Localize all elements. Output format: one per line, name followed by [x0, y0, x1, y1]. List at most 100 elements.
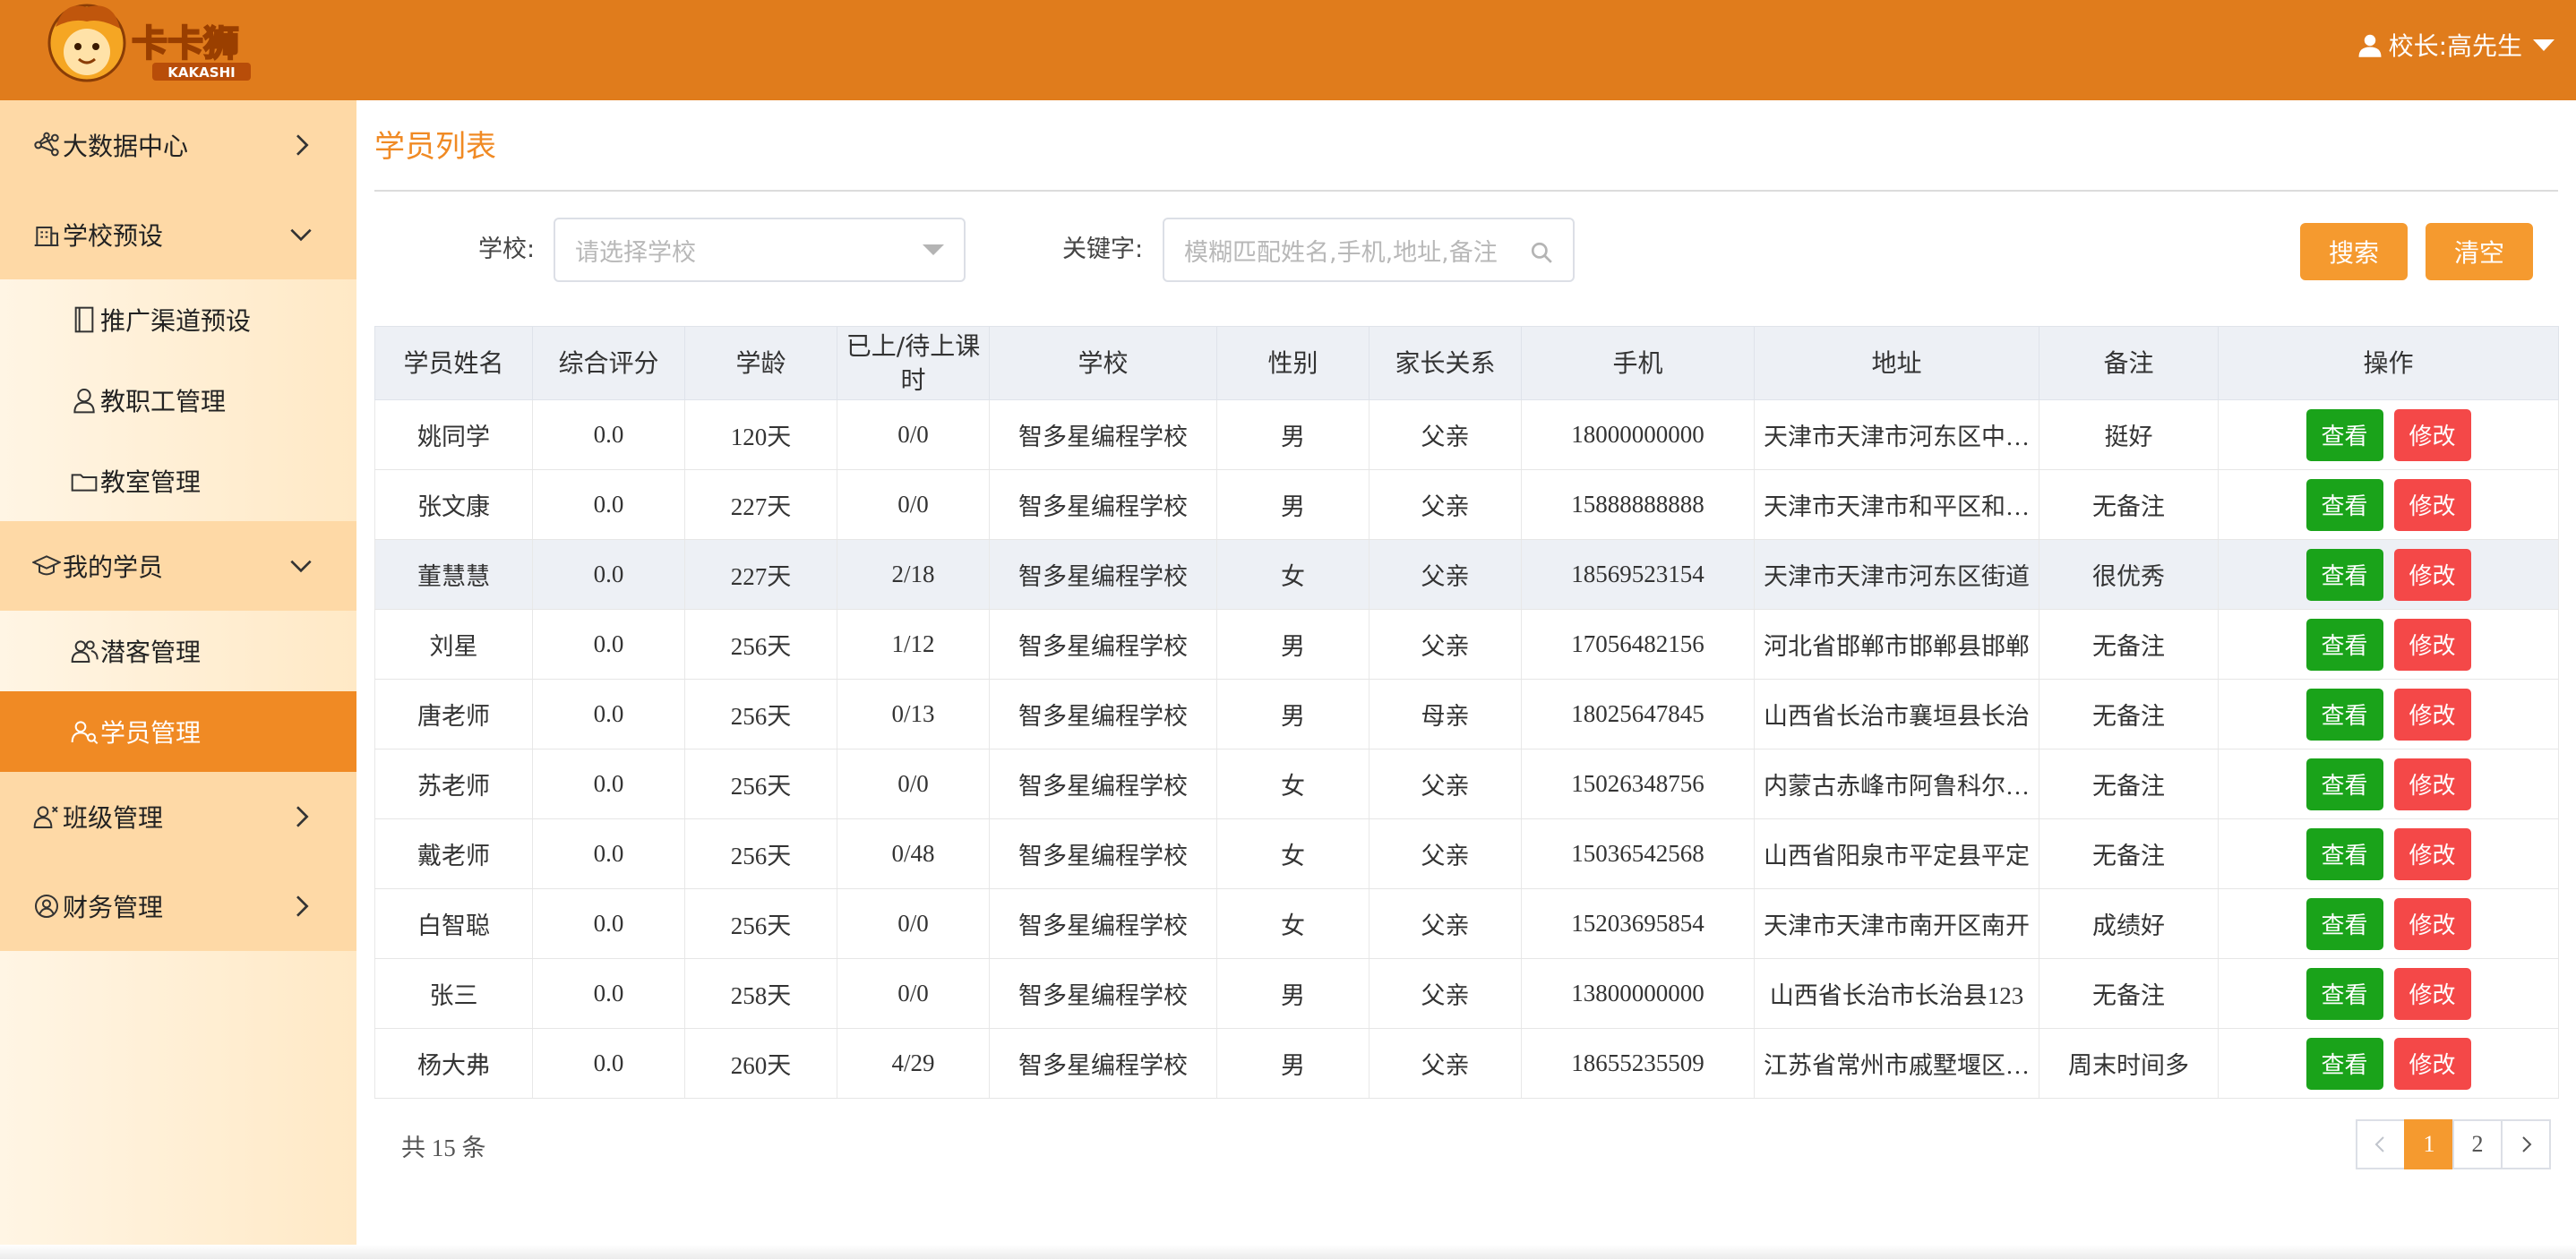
- edit-button[interactable]: 修改: [2393, 688, 2471, 741]
- cell-class-hours: 0/48: [837, 818, 990, 889]
- cell-student-name: 姚同学: [374, 399, 533, 470]
- bottom-edge: [0, 1245, 2576, 1259]
- book-icon: [74, 306, 94, 333]
- school-select-placeholder: 请选择学校: [575, 238, 696, 267]
- cell-class-hours: 0/0: [837, 749, 990, 819]
- edit-button[interactable]: 修改: [2393, 827, 2471, 880]
- row-actions: 查看 修改: [2228, 478, 2549, 531]
- column-header[interactable]: 学龄: [684, 326, 837, 400]
- edit-button[interactable]: 修改: [2393, 548, 2471, 601]
- view-button[interactable]: 查看: [2306, 618, 2383, 671]
- clear-button[interactable]: 清空: [2426, 223, 2533, 280]
- chevron-right-icon: [296, 895, 309, 917]
- cell-note: 无备注: [2039, 749, 2219, 819]
- cell-score: 0.0: [532, 539, 685, 610]
- cell-score: 0.0: [532, 469, 685, 540]
- view-button[interactable]: 查看: [2306, 827, 2383, 880]
- edit-button[interactable]: 修改: [2393, 618, 2471, 671]
- view-button[interactable]: 查看: [2306, 548, 2383, 601]
- view-button[interactable]: 查看: [2306, 967, 2383, 1020]
- column-header[interactable]: 学校: [989, 326, 1217, 400]
- edit-button[interactable]: 修改: [2393, 478, 2471, 531]
- menu-group-school-preset[interactable]: 学校预设: [0, 190, 356, 279]
- chevron-left-icon: [2374, 1136, 2384, 1152]
- student-table: 学员姓名 综合评分 学龄 已上/待上课时 学校 性别 家长关系 手机 地址 备注…: [374, 326, 2559, 1099]
- column-header[interactable]: 学员姓名: [374, 326, 533, 400]
- cell-gender: 男: [1216, 958, 1370, 1029]
- sidebar-item-label: 学员管理: [100, 718, 202, 748]
- column-header[interactable]: 备注: [2039, 326, 2219, 400]
- column-header[interactable]: 手机: [1521, 326, 1755, 400]
- cell-student-name: 张三: [374, 958, 533, 1029]
- edit-button[interactable]: 修改: [2393, 1037, 2471, 1090]
- cell-school-age: 256天: [684, 679, 837, 749]
- view-button[interactable]: 查看: [2306, 408, 2383, 461]
- cell-student-name: 唐老师: [374, 679, 533, 749]
- row-actions: 查看 修改: [2228, 548, 2549, 601]
- school-select[interactable]: 请选择学校: [554, 218, 966, 282]
- search-button[interactable]: 搜索: [2300, 223, 2408, 280]
- prev-page-button[interactable]: [2356, 1119, 2406, 1169]
- sidebar-item-channel-preset[interactable]: 推广渠道预设: [0, 279, 356, 360]
- table-row: 董慧慧 0.0 227天 2/18 智多星编程学校女父亲 18569523154 天津市天津…: [374, 539, 2559, 610]
- top-header: 卡卡狮 KAKASHI 校长:高先生: [0, 0, 2576, 100]
- user-menu[interactable]: 校长:高先生: [2357, 25, 2555, 64]
- cell-gender: 女: [1216, 539, 1370, 610]
- view-button[interactable]: 查看: [2306, 478, 2383, 531]
- view-button[interactable]: 查看: [2306, 897, 2383, 950]
- cell-school: 智多星编程学校: [989, 679, 1217, 749]
- cell-gender: 女: [1216, 888, 1370, 959]
- menu-group-my-students[interactable]: 我的学员: [0, 521, 356, 611]
- cell-student-name: 董慧慧: [374, 539, 533, 610]
- page-button-1[interactable]: 1: [2404, 1119, 2454, 1169]
- chevron-right-icon: [296, 806, 309, 827]
- column-header[interactable]: 已上/待上课时: [837, 326, 990, 400]
- cell-parent-relation: 父亲: [1369, 888, 1522, 959]
- sidebar-item-prospects[interactable]: 潜客管理: [0, 611, 356, 691]
- column-header: 操作: [2218, 326, 2559, 400]
- cell-actions: 查看 修改: [2218, 958, 2559, 1029]
- cell-phone: 15888888888: [1521, 469, 1755, 540]
- column-header[interactable]: 性别: [1216, 326, 1370, 400]
- view-button[interactable]: 查看: [2306, 758, 2383, 810]
- sidebar-item-label: 潜客管理: [100, 638, 202, 667]
- edit-button[interactable]: 修改: [2393, 408, 2471, 461]
- table-row: 戴老师 0.0 256天 0/48 智多星编程学校女父亲 15036542568 山西省阳泉…: [374, 818, 2559, 889]
- cell-class-hours: 0/13: [837, 679, 990, 749]
- menu-group-class-management[interactable]: 班级管理: [0, 772, 356, 861]
- column-header[interactable]: 地址: [1754, 326, 2039, 400]
- view-button[interactable]: 查看: [2306, 1037, 2383, 1090]
- cell-class-hours: 1/12: [837, 609, 990, 680]
- cell-parent-relation: 父亲: [1369, 958, 1522, 1029]
- sidebar-item-staff[interactable]: 教职工管理: [0, 360, 356, 441]
- column-header[interactable]: 综合评分: [532, 326, 685, 400]
- search-icon[interactable]: [1530, 241, 1553, 264]
- page-button-2[interactable]: 2: [2452, 1119, 2503, 1169]
- cell-score: 0.0: [532, 749, 685, 819]
- kakashi-logo[interactable]: 卡卡狮 KAKASHI: [38, 0, 288, 90]
- total-count: 共 15 条: [401, 1135, 486, 1161]
- cell-school-age: 256天: [684, 749, 837, 819]
- sidebar-item-label: 教室管理: [100, 467, 202, 497]
- cell-address: 内蒙古赤峰市阿鲁科尔…: [1754, 749, 2039, 819]
- cell-score: 0.0: [532, 818, 685, 889]
- column-header[interactable]: 家长关系: [1369, 326, 1522, 400]
- cell-school-age: 256天: [684, 818, 837, 889]
- cell-gender: 男: [1216, 609, 1370, 680]
- sidebar-item-classroom[interactable]: 教室管理: [0, 441, 356, 521]
- edit-button[interactable]: 修改: [2393, 967, 2471, 1020]
- cell-school: 智多星编程学校: [989, 749, 1217, 819]
- sidebar-item-student-management[interactable]: 学员管理: [0, 691, 356, 772]
- table-header-row: 学员姓名 综合评分 学龄 已上/待上课时 学校 性别 家长关系 手机 地址 备注…: [374, 326, 2559, 400]
- next-page-button[interactable]: [2501, 1119, 2551, 1169]
- edit-button[interactable]: 修改: [2393, 897, 2471, 950]
- menu-group-big-data[interactable]: 大数据中心: [0, 100, 356, 190]
- keyword-input[interactable]: 模糊匹配姓名,手机,地址,备注: [1163, 218, 1575, 282]
- menu-group-finance[interactable]: 财务管理: [0, 861, 356, 951]
- cell-actions: 查看 修改: [2218, 469, 2559, 540]
- keyword-filter-label: 关键字:: [1062, 236, 1144, 263]
- cell-gender: 男: [1216, 1028, 1370, 1099]
- view-button[interactable]: 查看: [2306, 688, 2383, 741]
- cell-student-name: 张文康: [374, 469, 533, 540]
- edit-button[interactable]: 修改: [2393, 758, 2471, 810]
